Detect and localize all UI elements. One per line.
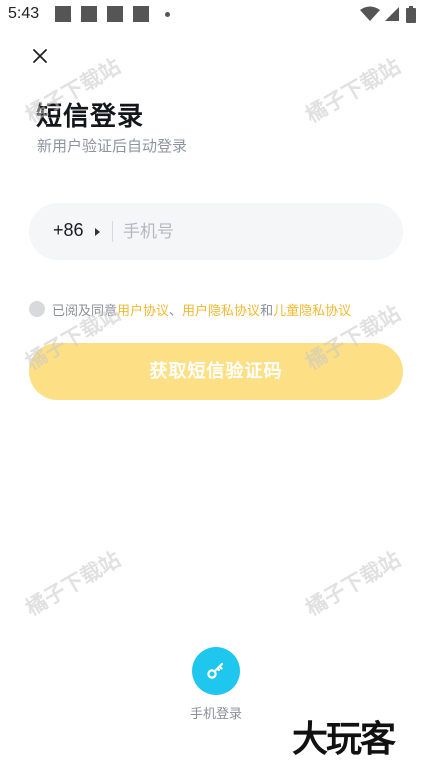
status-time: 5:43 [8,5,40,22]
phone-login-label: 手机登录 [189,707,242,722]
phone-input-box: +86 [29,203,403,260]
status-bar: 5:43 [0,0,432,30]
phone-login-circle[interactable] [192,647,240,695]
caret-right-icon [95,228,100,236]
watermark: 橘子下载站 [301,54,405,128]
notification-icon [55,6,71,22]
battery-icon [406,6,416,23]
key-icon [207,662,224,679]
close-button[interactable] [28,44,52,68]
divider [112,221,113,242]
country-code: +86 [53,220,84,240]
more-notifications-icon [165,12,170,17]
page-subtitle: 新用户验证后自动登录 [37,137,188,155]
status-icons [360,6,424,23]
agreement-separator: 、 [169,303,183,319]
close-icon [33,49,47,63]
notification-icon [133,6,149,22]
phone-login-option[interactable]: 手机登录 [172,647,260,722]
privacy-agreement-link[interactable]: 用户隐私协议 [182,300,260,319]
watermark: 橘子下载站 [21,547,125,621]
notification-icon [107,6,123,22]
agreement-checkbox[interactable] [29,301,45,317]
agreement-conjunction: 和 [260,303,274,319]
child-privacy-link[interactable]: 儿童隐私协议 [273,300,351,319]
signal-icon [385,7,399,21]
phone-number-input[interactable] [123,213,383,250]
watermark: 橘子下载站 [301,547,405,621]
notification-icon [81,6,97,22]
user-agreement-link[interactable]: 用户协议 [117,300,169,319]
wifi-icon [360,6,380,21]
brand-logo: 大玩客 [292,718,396,760]
